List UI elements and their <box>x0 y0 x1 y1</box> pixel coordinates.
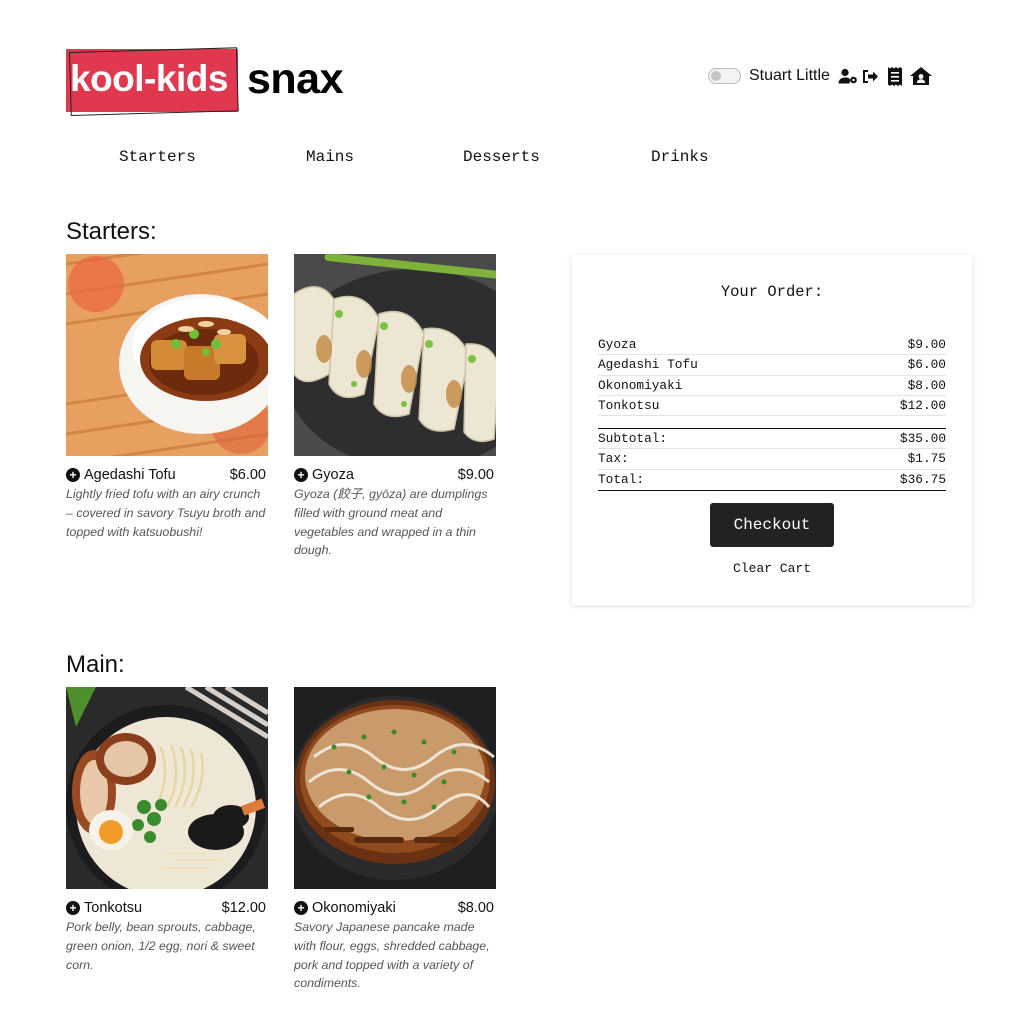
item-price: $9.00 <box>457 466 494 483</box>
order-line-name: Tonkotsu <box>598 397 660 413</box>
user-settings-icon[interactable] <box>838 68 858 84</box>
menu-item-gyoza: + Gyoza $9.00 Gyoza (餃子, gyōza) are dump… <box>294 254 496 560</box>
subtotal-row: Subtotal: $35.00 <box>598 429 946 450</box>
item-header: + Okonomiyaki $8.00 <box>294 899 496 916</box>
category-nav: Starters Mains Desserts Drinks <box>0 148 760 170</box>
item-header: + Tonkotsu $12.00 <box>66 899 268 916</box>
receipt-icon[interactable] <box>887 66 903 87</box>
order-lines: Gyoza $9.00 Agedashi Tofu $6.00 Okonomiyak… <box>598 335 946 417</box>
order-line-price: $9.00 <box>907 337 946 352</box>
item-price: $12.00 <box>221 899 266 916</box>
total-value: $36.75 <box>899 471 946 487</box>
section-title-starters: Starters: <box>66 218 157 245</box>
item-name: Agedashi Tofu <box>84 466 176 483</box>
item-header: + Agedashi Tofu $6.00 <box>66 466 268 483</box>
checkout-button[interactable]: Checkout <box>710 503 834 547</box>
order-line: Tonkotsu $12.00 <box>598 396 946 417</box>
home-icon[interactable] <box>909 66 933 86</box>
order-totals: Subtotal: $35.00 Tax: $1.75 Total: $36.75 <box>598 428 946 491</box>
brand-logo[interactable]: kool-kids snax <box>66 47 366 124</box>
total-label: Total: <box>598 471 645 487</box>
section-title-mains: Main: <box>66 651 125 678</box>
order-panel: Your Order: Gyoza $9.00 Agedashi Tofu $6.0… <box>572 255 972 605</box>
order-line-price: $12.00 <box>899 397 946 413</box>
add-to-cart-icon[interactable]: + <box>66 900 80 915</box>
order-line-price: $6.00 <box>907 357 946 373</box>
item-price: $6.00 <box>229 466 266 483</box>
logo-text-kool-kids: kool-kids <box>70 58 228 99</box>
theme-toggle[interactable] <box>708 68 741 84</box>
logout-icon[interactable] <box>862 69 879 84</box>
logo-text-snax: snax <box>247 55 344 103</box>
order-line-price: $8.00 <box>907 377 946 393</box>
nav-mains[interactable]: Mains <box>306 148 354 166</box>
menu-item-tonkotsu: + Tonkotsu $12.00 Pork belly, bean sprou… <box>66 687 268 974</box>
okonomiyaki-photo <box>294 687 496 889</box>
item-price: $8.00 <box>457 899 494 916</box>
order-line-name: Gyoza <box>598 337 637 352</box>
item-name: Okonomiyaki <box>312 899 396 916</box>
menu-item-okonomiyaki: + Okonomiyaki $8.00 Savory Japanese panc… <box>294 687 496 993</box>
menu-item-agedashi-tofu: + Agedashi Tofu $6.00 Lightly fried tofu… <box>66 254 268 541</box>
subtotal-value: $35.00 <box>899 431 946 446</box>
clear-cart-button[interactable]: Clear Cart <box>572 561 972 576</box>
nav-starters[interactable]: Starters <box>119 148 196 166</box>
tax-value: $1.75 <box>907 451 946 467</box>
item-name: Gyoza <box>312 466 354 483</box>
total-row: Total: $36.75 <box>598 470 946 490</box>
order-line: Gyoza $9.00 <box>598 335 946 356</box>
order-title: Your Order: <box>720 283 824 301</box>
nav-desserts[interactable]: Desserts <box>463 148 540 166</box>
item-description: Lightly fried tofu with an airy crunch –… <box>66 487 266 539</box>
agedashi-tofu-photo <box>66 254 268 456</box>
user-bar: Stuart Little <box>708 62 933 90</box>
subtotal-label: Subtotal: <box>598 431 668 446</box>
order-line: Okonomiyaki $8.00 <box>598 376 946 396</box>
toggle-knob <box>711 71 721 81</box>
tax-row: Tax: $1.75 <box>598 449 946 470</box>
item-description: Gyoza (餃子, gyōza) are dumplings filled w… <box>294 487 488 558</box>
user-name: Stuart Little <box>749 67 830 84</box>
item-name: Tonkotsu <box>84 899 143 916</box>
order-line: Agedashi Tofu $6.00 <box>598 355 946 376</box>
item-header: + Gyoza $9.00 <box>294 466 496 483</box>
order-line-name: Okonomiyaki <box>598 377 683 393</box>
item-description: Savory Japanese pancake made with flour,… <box>294 920 490 991</box>
item-description: Pork belly, bean sprouts, cabbage, green… <box>66 920 256 972</box>
gyoza-photo <box>294 254 496 456</box>
tax-label: Tax: <box>598 451 629 467</box>
add-to-cart-icon[interactable]: + <box>294 900 308 915</box>
tonkotsu-photo <box>66 687 268 889</box>
nav-drinks[interactable]: Drinks <box>651 148 709 166</box>
add-to-cart-icon[interactable]: + <box>294 467 308 482</box>
order-line-name: Agedashi Tofu <box>598 357 698 373</box>
add-to-cart-icon[interactable]: + <box>66 467 80 482</box>
